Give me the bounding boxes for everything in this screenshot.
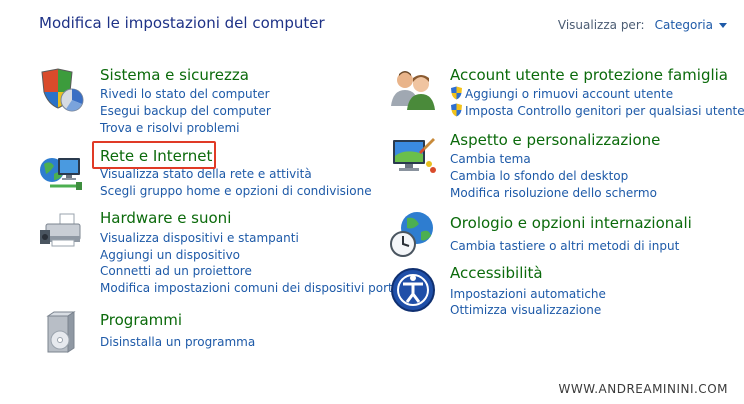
link-optimize-display[interactable]: Ottimizza visualizzazione [450,303,601,317]
uac-shield-icon [450,86,463,100]
category-user-accounts[interactable]: Account utente e protezione famiglia [450,66,728,84]
category-hardware-sound[interactable]: Hardware e suoni [100,209,231,227]
watermark-text: WWW.ANDREAMININI.COM [558,382,728,396]
link-screen-resolution[interactable]: Modifica risoluzione dello schermo [450,186,657,200]
link-review-computer-status[interactable]: Rivedi lo stato del computer [100,87,270,101]
view-by-value: Categoria [654,18,713,32]
highlight-box [92,141,216,169]
software-box-icon[interactable] [38,310,86,358]
link-change-theme[interactable]: Cambia tema [450,152,531,166]
accessibility-icon[interactable] [389,266,437,314]
globe-clock-icon[interactable] [389,210,437,258]
link-network-status[interactable]: Visualizza stato della rete e attività [100,167,312,181]
printer-icon[interactable] [38,210,86,258]
network-globe-icon[interactable] [38,150,86,198]
link-devices-printers[interactable]: Visualizza dispositivi e stampanti [100,231,299,245]
view-by-label: Visualizza per: [557,18,645,32]
view-by: Visualizza per: Categoria [558,18,727,32]
uac-shield-icon [450,103,463,117]
category-clock-region[interactable]: Orologio e opzioni internazionali [450,214,692,232]
users-icon[interactable] [389,66,437,114]
link-homegroup-sharing[interactable]: Scegli gruppo home e opzioni di condivis… [100,184,372,198]
link-auto-settings[interactable]: Impostazioni automatiche [450,287,606,301]
category-appearance[interactable]: Aspetto e personalizzazione [450,131,660,149]
monitor-paint-icon[interactable] [389,134,437,182]
link-change-keyboards[interactable]: Cambia tastiere o altri metodi di input [450,239,679,253]
link-mobility-settings[interactable]: Modifica impostazioni comuni dei disposi… [100,281,415,295]
category-programs[interactable]: Programmi [100,311,182,329]
link-uninstall-program[interactable]: Disinstalla un programma [100,335,255,349]
link-add-remove-accounts[interactable]: Aggiungi o rimuovi account utente [465,87,673,101]
chevron-down-icon [719,23,727,28]
link-parental-controls[interactable]: Imposta Controllo genitori per qualsiasi… [465,104,744,118]
link-add-device[interactable]: Aggiungi un dispositivo [100,248,240,262]
category-system-security[interactable]: Sistema e sicurezza [100,66,249,84]
link-backup-computer[interactable]: Esegui backup del computer [100,104,271,118]
category-accessibility[interactable]: Accessibilità [450,264,543,282]
page-title: Modifica le impostazioni del computer [39,14,325,32]
link-change-background[interactable]: Cambia lo sfondo del desktop [450,169,628,183]
shield-pie-icon[interactable] [38,66,86,114]
view-by-dropdown[interactable]: Categoria [655,18,727,32]
link-troubleshoot[interactable]: Trova e risolvi problemi [100,121,239,135]
link-connect-projector[interactable]: Connetti ad un proiettore [100,264,252,278]
